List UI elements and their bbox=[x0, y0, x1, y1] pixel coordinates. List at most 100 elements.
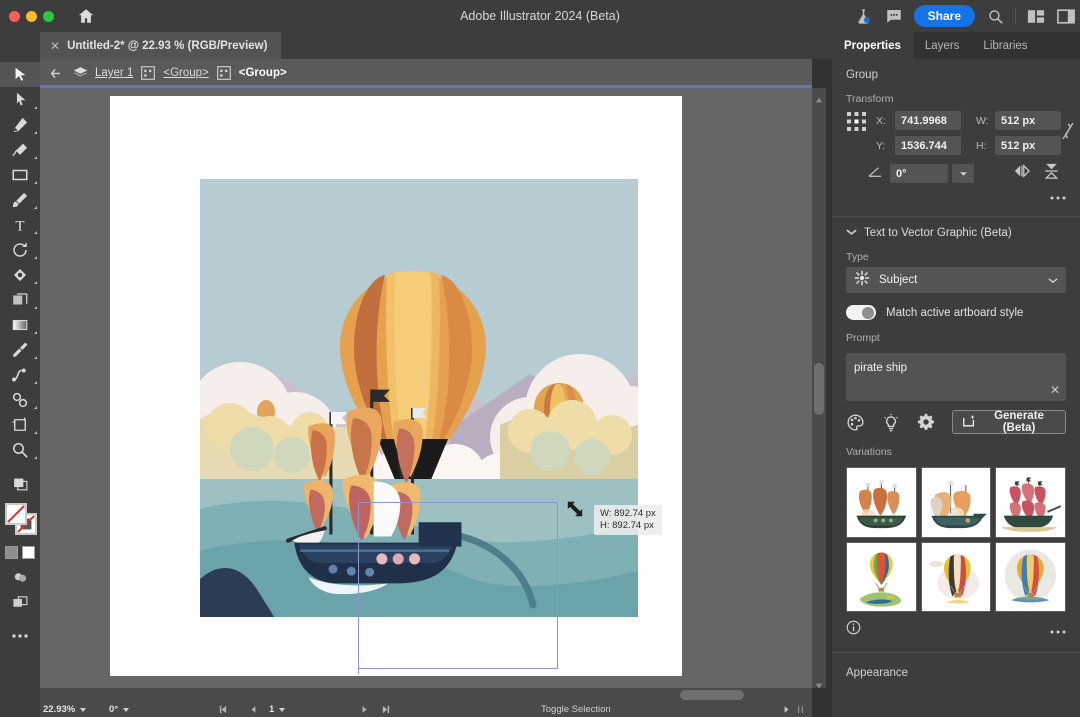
color-mode-swatches[interactable] bbox=[0, 546, 40, 559]
status-next-icon[interactable] bbox=[780, 702, 794, 717]
minimize-window-button[interactable] bbox=[26, 11, 37, 22]
close-window-button[interactable] bbox=[9, 11, 20, 22]
zoom-tool[interactable] bbox=[0, 437, 40, 462]
match-artboard-style-row[interactable]: Match active artboard style bbox=[832, 293, 1080, 320]
x-field[interactable]: 741.9968 bbox=[895, 111, 961, 130]
text-to-vector-header[interactable]: Text to Vector Graphic (Beta) bbox=[832, 217, 1080, 239]
horizontal-scrollbar[interactable] bbox=[40, 688, 812, 702]
variation-thumbnail-1[interactable] bbox=[846, 467, 917, 538]
flip-horizontal-icon[interactable] bbox=[1014, 164, 1030, 183]
match-artboard-style-toggle[interactable] bbox=[846, 305, 876, 320]
canvas[interactable]: W: 892.74 px H: 892.74 px bbox=[40, 88, 812, 688]
selection-bounding-box[interactable] bbox=[358, 502, 558, 669]
fill-stroke-swatches[interactable] bbox=[0, 500, 40, 544]
shear-dropdown-icon[interactable] bbox=[952, 164, 974, 183]
lightbulb-icon[interactable] bbox=[882, 412, 900, 432]
shape-builder-tool[interactable] bbox=[0, 262, 40, 287]
last-artboard-icon[interactable] bbox=[378, 702, 408, 717]
direct-selection-tool[interactable] bbox=[0, 87, 40, 112]
vertical-scrollbar[interactable] bbox=[812, 88, 826, 688]
flip-vertical-icon[interactable] bbox=[1044, 163, 1059, 184]
info-icon[interactable] bbox=[846, 620, 861, 640]
prompt-input[interactable]: pirate ship ✕ bbox=[846, 353, 1066, 401]
share-button[interactable]: Share bbox=[914, 5, 975, 27]
rectangle-tool[interactable] bbox=[0, 162, 40, 187]
maximize-window-button[interactable] bbox=[43, 11, 54, 22]
generate-button[interactable]: Generate (Beta) bbox=[952, 410, 1066, 434]
clear-prompt-icon[interactable]: ✕ bbox=[1050, 383, 1060, 397]
free-transform-tool[interactable] bbox=[0, 287, 40, 312]
back-arrow-icon[interactable] bbox=[49, 65, 65, 81]
chevron-down-icon[interactable] bbox=[123, 708, 129, 712]
variation-thumbnail-5[interactable] bbox=[921, 542, 992, 613]
gear-icon[interactable] bbox=[917, 412, 935, 432]
tab-layers[interactable]: Layers bbox=[913, 32, 972, 59]
selection-tool[interactable] bbox=[0, 62, 40, 87]
zoom-level-field[interactable]: 22.93% bbox=[40, 702, 106, 717]
breadcrumb-item-group-1[interactable]: <Group> bbox=[163, 67, 208, 79]
scroll-down-icon[interactable] bbox=[815, 677, 823, 685]
variations-footer bbox=[832, 612, 1080, 640]
first-artboard-icon[interactable] bbox=[216, 702, 246, 717]
comment-icon[interactable] bbox=[884, 6, 904, 26]
pen-tool[interactable] bbox=[0, 112, 40, 137]
home-icon[interactable] bbox=[72, 4, 100, 28]
paint-palette-icon[interactable] bbox=[846, 412, 865, 432]
transform-more-options-icon[interactable] bbox=[1050, 188, 1066, 206]
drawing-modes-icon[interactable] bbox=[0, 565, 40, 590]
status-grip-icon[interactable] bbox=[794, 702, 812, 717]
y-field[interactable]: 1536.744 bbox=[895, 136, 961, 155]
chevron-down-icon[interactable] bbox=[80, 708, 86, 712]
variation-thumbnail-4[interactable] bbox=[846, 542, 917, 613]
scroll-up-icon[interactable] bbox=[815, 91, 823, 99]
workspace-switcher-icon[interactable] bbox=[1056, 6, 1076, 26]
illustrator-window: Adobe Illustrator 2024 (Beta) Share bbox=[0, 0, 1080, 717]
close-icon[interactable]: ✕ bbox=[50, 39, 60, 53]
artboard-tool[interactable] bbox=[0, 412, 40, 437]
screen-mode-icon[interactable] bbox=[0, 590, 40, 615]
rotation-angle-field[interactable]: 0° bbox=[890, 164, 948, 183]
variation-thumbnail-3[interactable] bbox=[995, 467, 1066, 538]
divider bbox=[1015, 8, 1016, 24]
rotation-field[interactable]: 0° bbox=[106, 702, 216, 717]
arrange-documents-icon[interactable] bbox=[1026, 6, 1046, 26]
puppet-warp-tool[interactable] bbox=[0, 387, 40, 412]
breadcrumb-item-layer[interactable]: Layer 1 bbox=[95, 67, 133, 79]
gradient-tool[interactable] bbox=[0, 312, 40, 337]
search-icon[interactable] bbox=[985, 6, 1005, 26]
document-tab[interactable]: ✕ Untitled-2* @ 22.93 % (RGB/Preview) bbox=[40, 32, 281, 59]
eyedropper-tool[interactable] bbox=[0, 337, 40, 362]
variation-thumbnail-2[interactable] bbox=[921, 467, 992, 538]
window-controls[interactable] bbox=[0, 11, 54, 22]
prev-artboard-icon[interactable] bbox=[246, 702, 266, 717]
curvature-tool[interactable] bbox=[0, 137, 40, 162]
color-swatch-button[interactable] bbox=[5, 546, 18, 559]
blend-tool[interactable] bbox=[0, 362, 40, 387]
variation-thumbnail-6[interactable] bbox=[995, 542, 1066, 613]
variations-more-options-icon[interactable] bbox=[1050, 623, 1066, 638]
constrain-proportions-unlinked-icon[interactable] bbox=[1061, 121, 1075, 141]
change-screen-mode-icon[interactable] bbox=[0, 471, 40, 496]
tab-libraries[interactable]: Libraries bbox=[971, 32, 1039, 59]
type-tool[interactable]: T bbox=[0, 212, 40, 237]
chevron-down-icon[interactable] bbox=[1048, 271, 1058, 289]
type-select[interactable]: Subject bbox=[846, 267, 1066, 293]
rotate-tool[interactable] bbox=[0, 237, 40, 262]
appearance-section-label: Appearance bbox=[832, 653, 1080, 679]
tab-properties[interactable]: Properties bbox=[832, 32, 913, 59]
fill-swatch[interactable] bbox=[5, 503, 27, 525]
artboard-number-field[interactable]: 1 bbox=[266, 702, 358, 717]
flask-icon[interactable] bbox=[854, 6, 874, 26]
vertical-scroll-thumb[interactable] bbox=[814, 363, 824, 415]
horizontal-scroll-thumb[interactable] bbox=[680, 690, 744, 700]
width-field[interactable]: 512 px bbox=[995, 111, 1061, 130]
next-artboard-icon[interactable] bbox=[358, 702, 378, 717]
gradient-swatch-button[interactable] bbox=[22, 546, 35, 559]
height-field[interactable]: 512 px bbox=[995, 136, 1061, 155]
artboard[interactable]: W: 892.74 px H: 892.74 px bbox=[110, 96, 682, 676]
chevron-down-icon[interactable] bbox=[279, 708, 285, 712]
chevron-down-icon[interactable] bbox=[846, 227, 857, 239]
paintbrush-tool[interactable] bbox=[0, 187, 40, 212]
more-options-icon[interactable] bbox=[0, 623, 40, 648]
reference-point-grid-icon[interactable] bbox=[846, 111, 868, 133]
